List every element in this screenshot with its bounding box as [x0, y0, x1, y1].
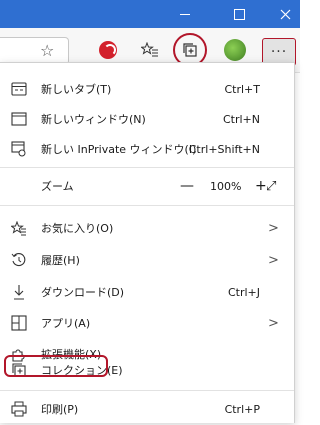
- favorites-icon: [10, 219, 28, 237]
- menu-item-downloads[interactable]: ダウンロード(D) Ctrl+J: [0, 276, 294, 308]
- maximize-icon: [233, 8, 245, 20]
- profile-avatar-icon: [224, 39, 246, 61]
- settings-menu: 新しいタブ(T) Ctrl+T 新しいウィンドウ(N) Ctrl+N 新しい I…: [0, 62, 295, 423]
- zoom-out-button[interactable]: —: [180, 178, 194, 194]
- more-icon: ···: [270, 44, 288, 60]
- menu-item-new-window[interactable]: 新しいウィンドウ(N) Ctrl+N: [0, 103, 294, 135]
- menu-item-shortcut: Ctrl+N: [222, 112, 260, 126]
- collections-button[interactable]: [173, 33, 207, 67]
- menu-item-label: 履歴(H): [41, 254, 80, 267]
- chevron-right-icon: >: [268, 315, 279, 331]
- menu-divider: [0, 390, 294, 391]
- menu-item-apps[interactable]: アプリ(A) >: [0, 307, 294, 339]
- menu-item-label: お気に入り(O): [41, 222, 114, 235]
- title-bar: [0, 0, 300, 28]
- favorites-bar-button[interactable]: [136, 36, 164, 64]
- zoom-row: ズーム — 100% + ⤢: [0, 167, 294, 205]
- new-window-icon: [10, 110, 28, 128]
- profile-button[interactable]: [221, 36, 249, 64]
- close-icon: [280, 9, 290, 19]
- close-button[interactable]: [262, 0, 308, 28]
- inprivate-icon: [10, 140, 28, 158]
- zoom-level: 100%: [210, 179, 242, 193]
- fullscreen-button[interactable]: ⤢: [266, 179, 276, 194]
- print-icon: [10, 400, 28, 418]
- menu-item-shortcut: Ctrl+Shift+N: [188, 142, 260, 156]
- new-tab-icon: [10, 80, 28, 98]
- chevron-right-icon: >: [268, 220, 279, 236]
- history-icon: [10, 251, 28, 269]
- menu-item-label: 新しいウィンドウ(N): [41, 113, 146, 126]
- chevron-right-icon: >: [268, 252, 279, 268]
- favorites-bar-icon: [141, 42, 158, 57]
- extension-button[interactable]: [94, 36, 122, 64]
- menu-item-label: 印刷(P): [41, 403, 79, 416]
- menu-item-shortcut: Ctrl+T: [224, 82, 260, 96]
- menu-divider: [0, 205, 294, 206]
- menu-item-label: ダウンロード(D): [41, 286, 125, 299]
- maximize-button[interactable]: [216, 0, 262, 28]
- menu-item-print[interactable]: 印刷(P) Ctrl+P: [0, 393, 294, 425]
- menu-item-shortcut: Ctrl+P: [224, 402, 260, 416]
- apps-icon: [10, 314, 28, 332]
- menu-item-label: 新しい InPrivate ウィンドウ(I): [41, 143, 197, 156]
- menu-item-label: 新しいタブ(T): [41, 83, 112, 96]
- menu-item-new-tab[interactable]: 新しいタブ(T) Ctrl+T: [0, 73, 294, 105]
- minimize-icon: [180, 13, 190, 15]
- minimize-button[interactable]: [162, 0, 208, 28]
- zoom-in-button[interactable]: +: [255, 178, 267, 194]
- address-bar[interactable]: ☆: [0, 37, 69, 65]
- download-icon: [10, 283, 28, 301]
- menu-item-label: アプリ(A): [41, 317, 91, 330]
- zoom-label: ズーム: [41, 180, 74, 193]
- menu-item-history[interactable]: 履歴(H) >: [0, 244, 294, 276]
- menu-item-favorites[interactable]: お気に入り(O) >: [0, 212, 294, 244]
- trend-micro-extension-icon: [99, 41, 117, 59]
- star-outline-icon[interactable]: ☆: [40, 41, 54, 60]
- collections-highlight-box: [4, 355, 108, 377]
- menu-item-inprivate[interactable]: 新しい InPrivate ウィンドウ(I) Ctrl+Shift+N: [0, 133, 294, 165]
- menu-item-shortcut: Ctrl+J: [227, 285, 260, 299]
